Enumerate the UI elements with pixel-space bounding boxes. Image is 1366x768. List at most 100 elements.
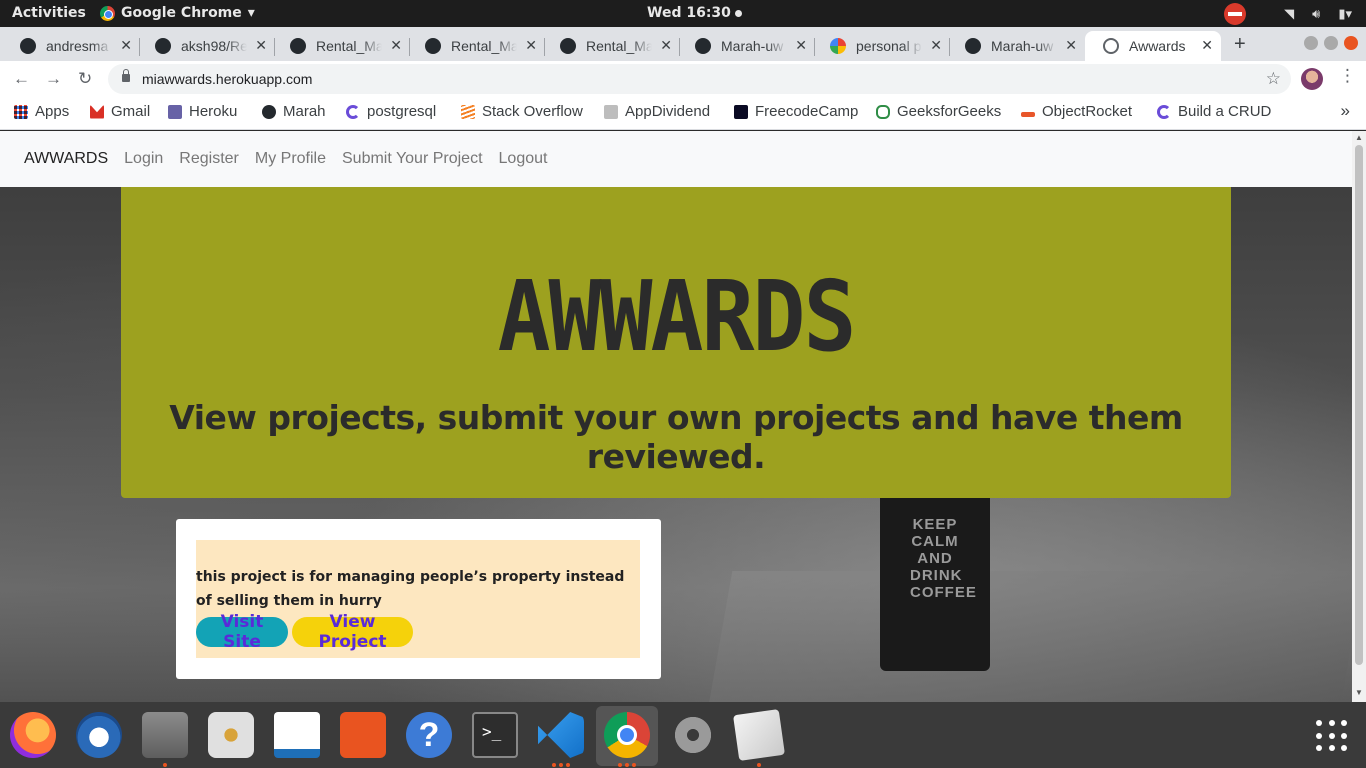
bookmark-marah[interactable]: Marah bbox=[262, 103, 326, 120]
tab-item[interactable]: andresma ✕ bbox=[2, 31, 140, 61]
gmail-icon bbox=[90, 104, 104, 119]
tab-label: Marah-uw bbox=[721, 38, 784, 54]
bookmark-objectrocket[interactable]: ObjectRocket bbox=[1021, 103, 1132, 120]
software-center-icon[interactable] bbox=[340, 712, 386, 758]
tab-awwards-active[interactable]: Awwards ✕ bbox=[1085, 31, 1221, 61]
bookmark-build-a-crud[interactable]: Build a CRUD bbox=[1157, 103, 1271, 120]
bookmark-appdividend[interactable]: AppDividend bbox=[604, 103, 710, 120]
close-icon[interactable]: ✕ bbox=[525, 37, 537, 54]
chevron-right-double-icon[interactable]: » bbox=[1341, 101, 1350, 121]
page-scrollbar[interactable]: ▲ ▼ bbox=[1352, 131, 1366, 702]
tab-label: Awwards bbox=[1129, 38, 1186, 54]
tab-item[interactable]: Marah-uw ✕ bbox=[677, 31, 815, 61]
app-menu-label: Google Chrome bbox=[121, 5, 242, 21]
app-menu[interactable]: Google Chrome ▾ bbox=[100, 5, 255, 21]
bookmark-geeksforgeeks[interactable]: GeeksforGeeks bbox=[876, 103, 1001, 120]
view-project-button[interactable]: View Project bbox=[292, 612, 413, 652]
no-entry-icon[interactable] bbox=[1224, 3, 1247, 25]
minimize-icon[interactable] bbox=[1304, 36, 1318, 50]
bookmark-gmail[interactable]: Gmail bbox=[90, 103, 150, 120]
tab-label: Rental_Ma bbox=[316, 38, 382, 54]
terminal-icon[interactable]: >_ bbox=[472, 712, 518, 758]
bookmark-label: GeeksforGeeks bbox=[897, 103, 1002, 120]
close-icon[interactable]: ✕ bbox=[390, 37, 402, 54]
visit-site-button[interactable]: Visit Site bbox=[196, 612, 288, 652]
close-icon[interactable]: ✕ bbox=[1065, 37, 1077, 54]
bookmark-label: Marah bbox=[283, 103, 326, 120]
github-icon bbox=[290, 38, 306, 54]
volume-icon[interactable]: 🔊︎ bbox=[1312, 6, 1320, 22]
bookmark-star-icon[interactable]: ☆ bbox=[1266, 69, 1281, 89]
scroll-up-icon[interactable]: ▲ bbox=[1355, 133, 1363, 142]
chrome-center-icon bbox=[617, 725, 637, 745]
bookmark-postgresql[interactable]: postgresql bbox=[346, 103, 436, 120]
github-icon bbox=[695, 38, 711, 54]
tab-item[interactable]: Marah-uw ✕ bbox=[947, 31, 1085, 61]
close-icon[interactable]: ✕ bbox=[795, 37, 807, 54]
files-icon[interactable] bbox=[142, 712, 188, 758]
rhythmbox-icon[interactable] bbox=[208, 712, 254, 758]
image-viewer-icon[interactable] bbox=[733, 709, 785, 761]
tab-item[interactable]: aksh98/Re ✕ bbox=[137, 31, 275, 61]
profile-avatar[interactable] bbox=[1301, 68, 1323, 90]
github-icon bbox=[155, 38, 171, 54]
new-tab-button[interactable]: + bbox=[1234, 33, 1246, 56]
activities-button[interactable]: Activities bbox=[12, 5, 86, 21]
tab-item[interactable]: Rental_Ma ✕ bbox=[272, 31, 410, 61]
web-page: KEEP CALM AND DRINK COFFEE AWWARDS Login… bbox=[0, 131, 1352, 702]
postgresql-icon bbox=[1157, 104, 1171, 119]
bookmark-label: postgresql bbox=[367, 103, 437, 120]
nav-my-profile-link[interactable]: My Profile bbox=[255, 150, 326, 168]
bookmark-heroku[interactable]: Heroku bbox=[168, 103, 237, 120]
bookmark-stackoverflow[interactable]: Stack Overflow bbox=[461, 103, 583, 120]
vscode-icon[interactable] bbox=[538, 712, 584, 758]
close-icon[interactable]: ✕ bbox=[1201, 37, 1213, 54]
url-text[interactable]: miawwards.herokuapp.com bbox=[142, 71, 312, 87]
system-tray[interactable]: ◥ 🔊︎ ▮▾ bbox=[1224, 3, 1352, 25]
scrollbar-thumb[interactable] bbox=[1355, 145, 1363, 665]
notification-dot-icon bbox=[734, 9, 742, 17]
close-icon[interactable]: ✕ bbox=[255, 37, 267, 54]
reload-icon[interactable]: ↻ bbox=[78, 69, 92, 89]
kebab-menu-icon[interactable]: ⋮ bbox=[1339, 66, 1356, 86]
close-icon[interactable]: ✕ bbox=[120, 37, 132, 54]
thunderbird-icon[interactable] bbox=[76, 712, 122, 758]
nav-login-link[interactable]: Login bbox=[124, 150, 163, 168]
show-applications-icon[interactable] bbox=[1316, 720, 1348, 752]
site-brand-link[interactable]: AWWARDS bbox=[24, 150, 108, 168]
tab-label: Rental_Ma bbox=[586, 38, 652, 54]
hero-subtitle: View projects, submit your own projects … bbox=[169, 398, 1183, 476]
close-window-icon[interactable] bbox=[1344, 36, 1358, 50]
scroll-down-icon[interactable]: ▼ bbox=[1355, 688, 1363, 697]
address-bar[interactable]: miawwards.herokuapp.com ☆ bbox=[108, 64, 1291, 94]
close-icon[interactable]: ✕ bbox=[930, 37, 942, 54]
github-icon bbox=[965, 38, 981, 54]
wifi-icon[interactable]: ◥ bbox=[1284, 6, 1294, 22]
settings-icon[interactable] bbox=[670, 712, 716, 758]
close-icon[interactable]: ✕ bbox=[660, 37, 672, 54]
lock-icon[interactable] bbox=[122, 69, 130, 82]
help-icon[interactable]: ? bbox=[406, 712, 452, 758]
tab-item[interactable]: Rental_Ma ✕ bbox=[542, 31, 680, 61]
writer-icon[interactable] bbox=[274, 712, 320, 758]
objectrocket-icon bbox=[1021, 112, 1035, 117]
bookmark-apps[interactable]: Apps bbox=[14, 103, 69, 120]
tab-label: Rental_Ma bbox=[451, 38, 517, 54]
forward-arrow-icon[interactable]: → bbox=[45, 69, 62, 89]
battery-icon[interactable]: ▮▾ bbox=[1338, 6, 1352, 22]
firefox-icon[interactable] bbox=[10, 712, 56, 758]
back-arrow-icon[interactable]: ← bbox=[13, 69, 30, 89]
tab-item[interactable]: personal p ✕ bbox=[812, 31, 950, 61]
tab-label: Marah-uw bbox=[991, 38, 1054, 54]
chrome-icon bbox=[100, 5, 115, 21]
nav-register-link[interactable]: Register bbox=[179, 150, 239, 168]
heroku-icon bbox=[168, 104, 182, 119]
nav-submit-project-link[interactable]: Submit Your Project bbox=[342, 150, 483, 168]
clock[interactable]: Wed 16:30 bbox=[647, 5, 742, 21]
project-card: this project is for managing people’s pr… bbox=[176, 519, 661, 679]
nav-logout-link[interactable]: Logout bbox=[499, 150, 548, 168]
tab-item[interactable]: Rental_Ma ✕ bbox=[407, 31, 545, 61]
bookmark-freecodecamp[interactable]: FreecodeCamp bbox=[734, 103, 858, 120]
running-indicator bbox=[163, 763, 167, 767]
maximize-icon[interactable] bbox=[1324, 36, 1338, 50]
